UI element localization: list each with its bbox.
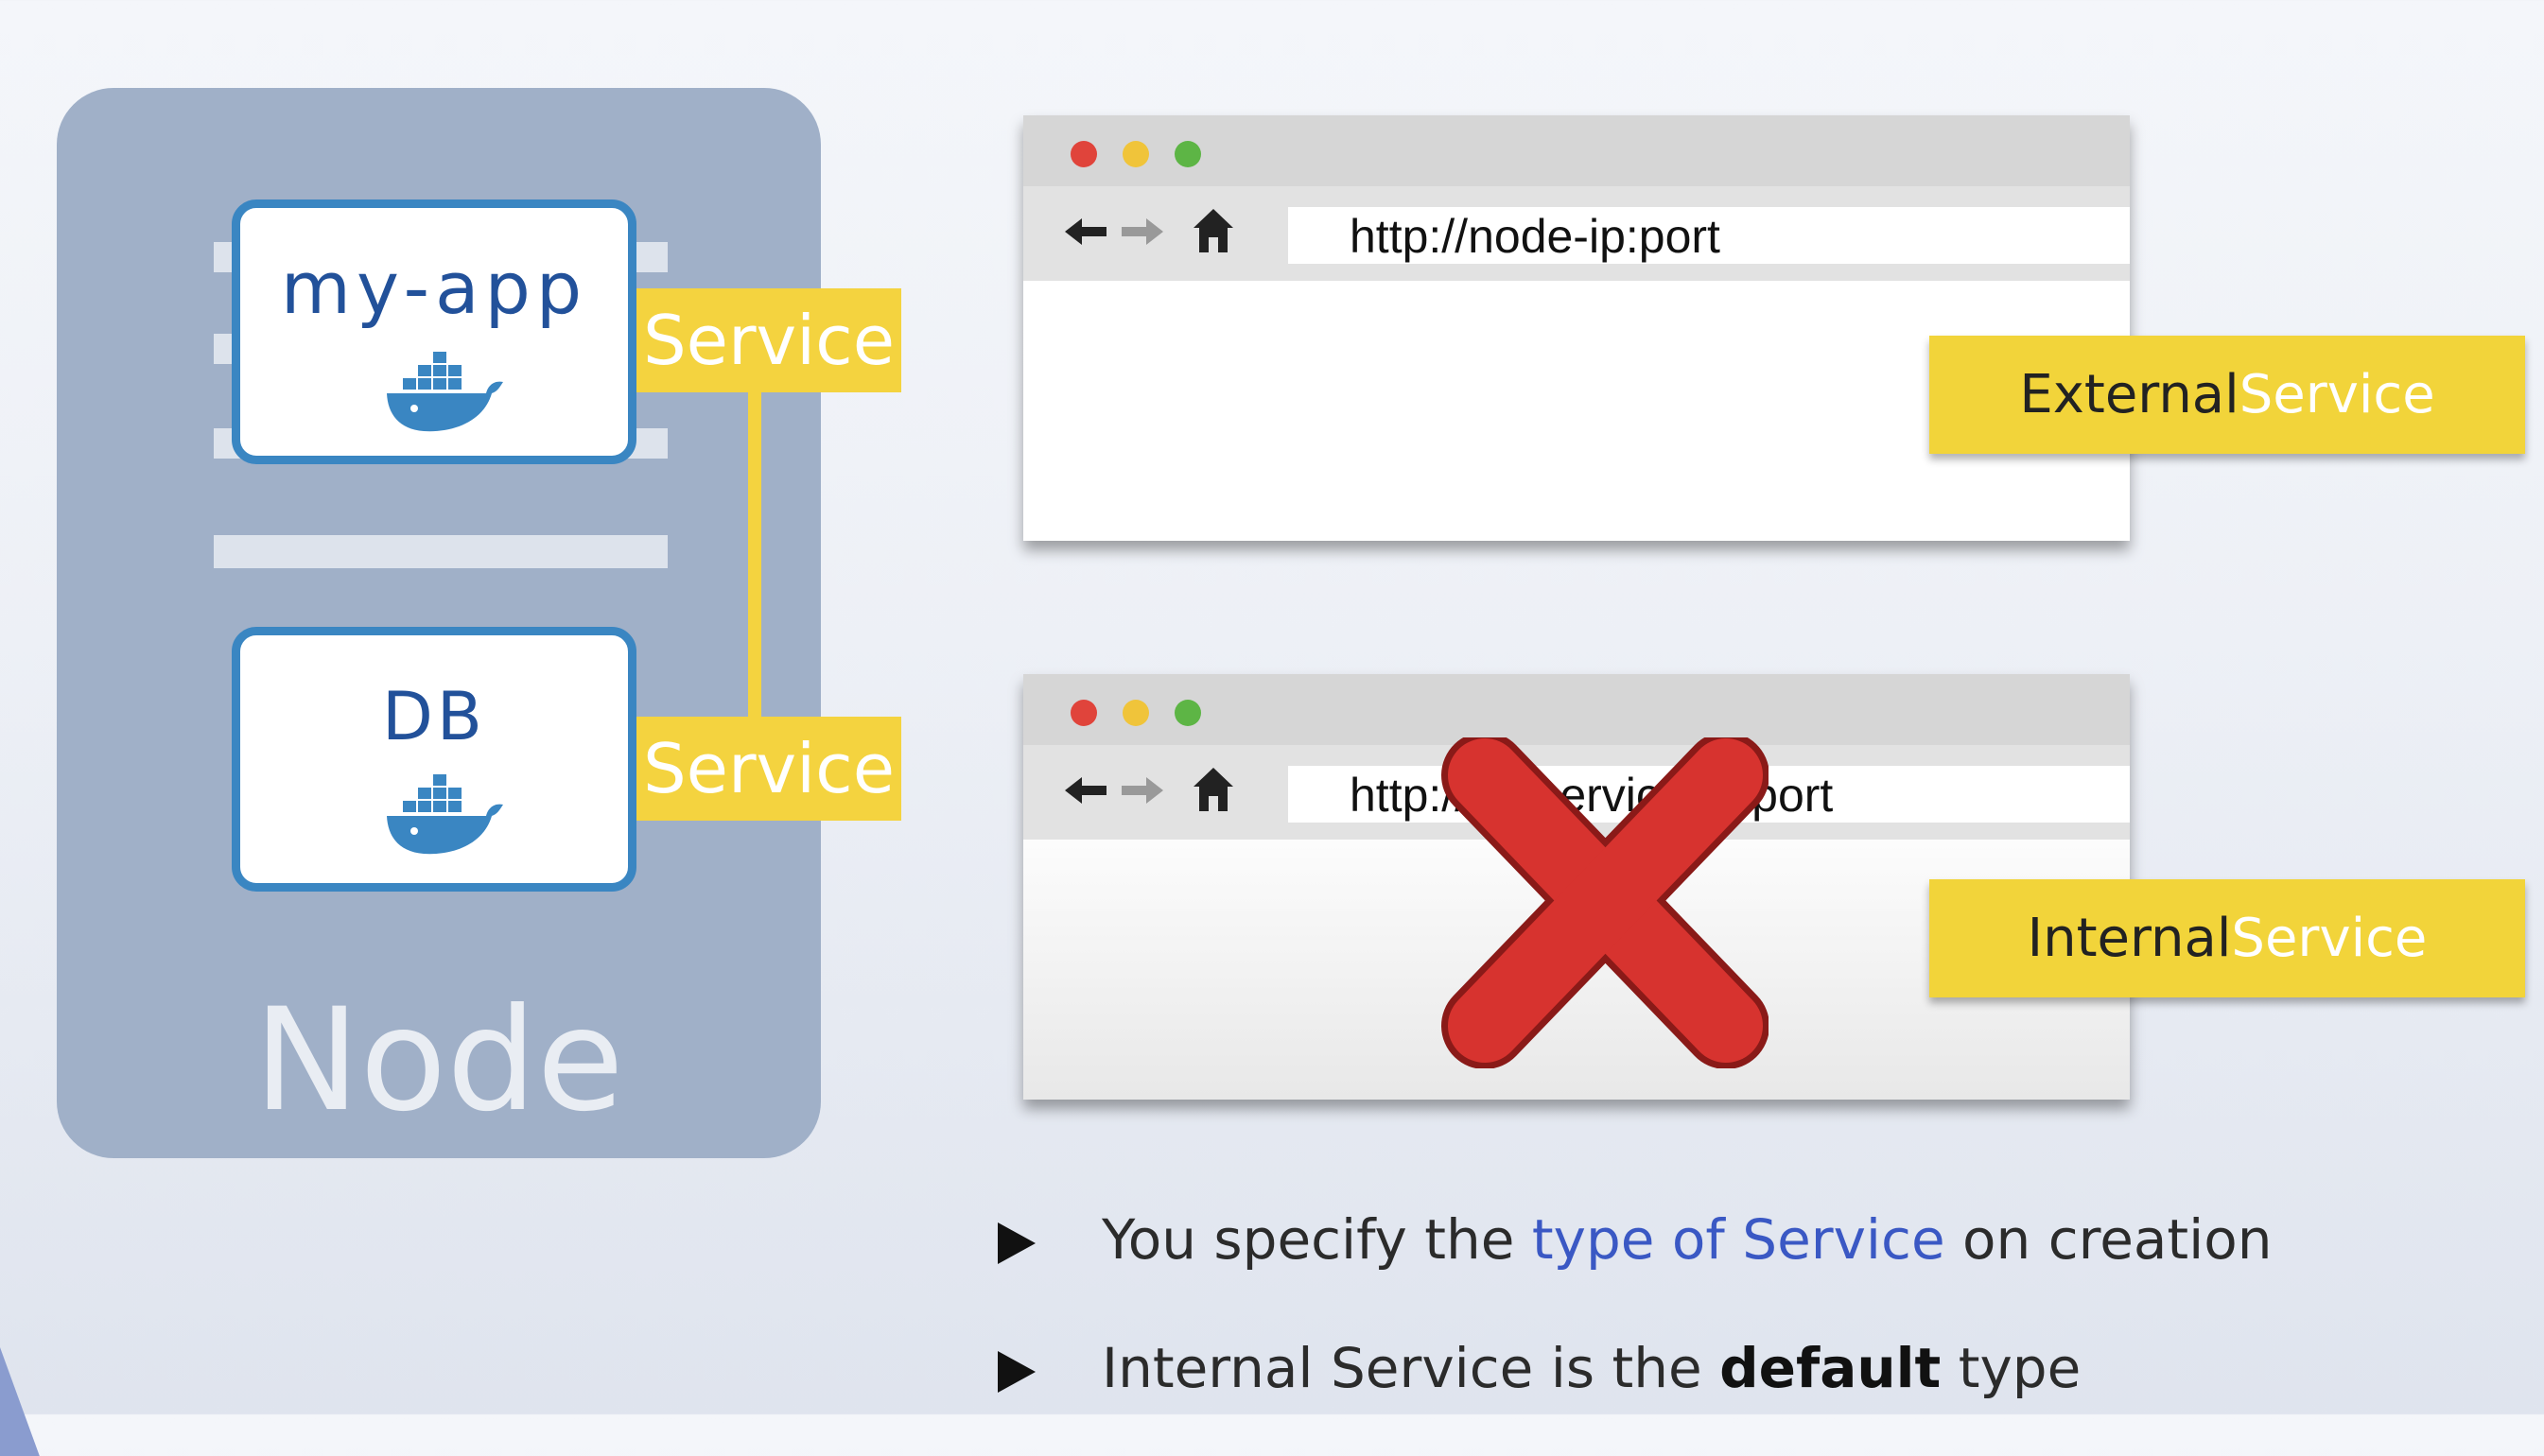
badge-type-label: External	[2019, 364, 2239, 425]
bullet-item: You specify the type of Service on creat…	[998, 1207, 2273, 1272]
pod-label: DB	[382, 678, 486, 755]
close-dot-icon	[1071, 700, 1097, 726]
forward-arrow-icon[interactable]	[1120, 213, 1165, 251]
browser-window-external: http://node-ip:port	[1023, 115, 2130, 541]
maximize-dot-icon	[1175, 141, 1201, 167]
badge-service-label: Service	[2239, 364, 2435, 425]
maximize-dot-icon	[1175, 700, 1201, 726]
pod-label: my-app	[280, 246, 588, 330]
node-label: Node	[253, 979, 624, 1143]
badge-service-label: Service	[2231, 908, 2428, 969]
home-icon[interactable]	[1192, 766, 1235, 813]
bullet-text: You specify the	[1102, 1207, 1532, 1272]
home-icon[interactable]	[1192, 207, 1235, 254]
stripe	[214, 535, 668, 568]
minimize-dot-icon	[1123, 141, 1149, 167]
badge-type-label: Internal	[2027, 908, 2232, 969]
close-dot-icon	[1071, 141, 1097, 167]
service-tag-my-app: Service	[636, 288, 901, 392]
browser-titlebar	[1023, 674, 2130, 745]
service-connector-line	[748, 388, 761, 719]
forward-arrow-icon[interactable]	[1120, 771, 1165, 809]
corner-decoration	[0, 1343, 40, 1456]
internal-service-badge: Internal Service	[1929, 879, 2525, 997]
back-arrow-icon[interactable]	[1063, 771, 1108, 809]
my-app-pod: my-app	[232, 199, 636, 464]
bullet-highlight: type of Service	[1531, 1207, 1945, 1272]
url-text: http://node-ip:port	[1350, 210, 1720, 263]
browser-titlebar	[1023, 115, 2130, 186]
url-bar[interactable]: http://node-ip:port	[1288, 207, 2130, 264]
docker-whale-icon	[387, 352, 503, 432]
bullet-item: Internal Service is the default type	[998, 1336, 2081, 1400]
bullet-triangle-icon	[998, 1222, 1036, 1264]
bullet-text: on creation	[1944, 1207, 2273, 1272]
docker-whale-icon	[387, 774, 503, 855]
service-tag-db: Service	[636, 717, 901, 821]
bullet-text: type	[1941, 1336, 2082, 1400]
minimize-dot-icon	[1123, 700, 1149, 726]
browser-navbar: http://node-ip:port	[1023, 186, 2130, 281]
bullet-text: Internal Service is the	[1102, 1336, 1720, 1400]
blocked-cross-icon	[1441, 737, 1769, 1068]
bullet-bold: default	[1719, 1336, 1942, 1400]
db-pod: DB	[232, 627, 636, 892]
bullet-triangle-icon	[998, 1350, 1036, 1393]
back-arrow-icon[interactable]	[1063, 213, 1108, 251]
external-service-badge: External Service	[1929, 336, 2525, 454]
